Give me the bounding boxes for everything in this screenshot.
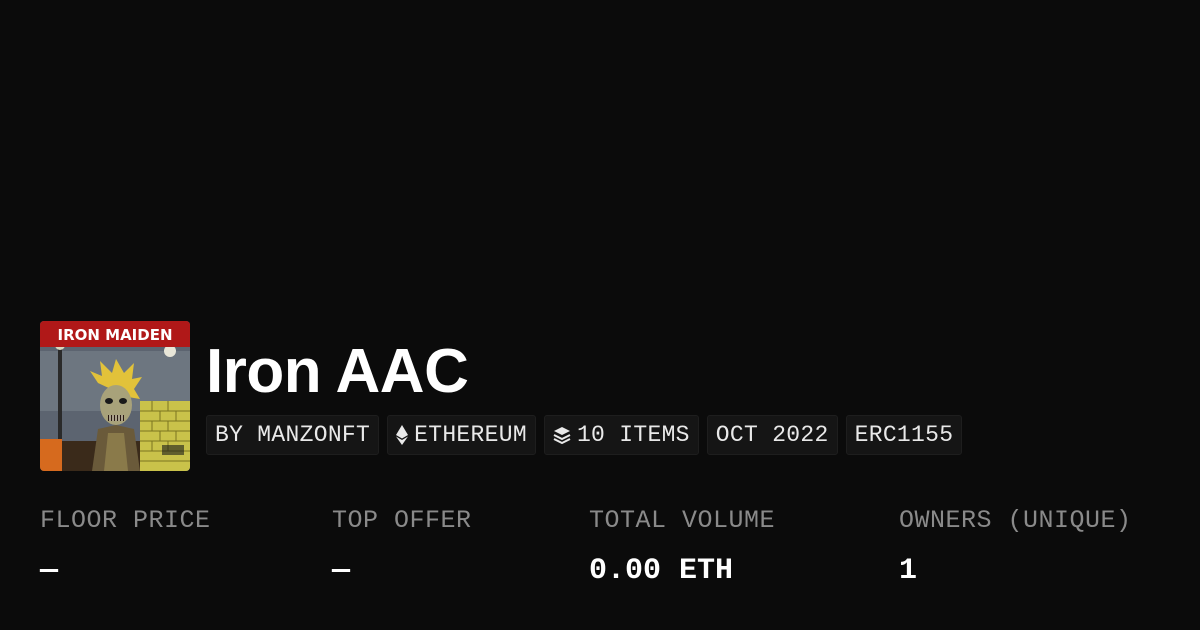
stat-owners: OWNERS (UNIQUE) 1 — [899, 504, 1132, 588]
collection-card: IRON MAIDEN Iron AAC BY MANZONFT ETHEREU… — [0, 0, 1200, 630]
date-badge-label: OCT 2022 — [715, 422, 829, 448]
stat-total-volume: TOTAL VOLUME 0.00 ETH — [589, 504, 775, 588]
creator-badge[interactable]: BY MANZONFT — [206, 415, 380, 455]
album-cover-art: IRON MAIDEN — [40, 321, 190, 471]
stat-label: TOP OFFER — [332, 506, 472, 535]
stat-top-offer: TOP OFFER — — [332, 504, 472, 588]
standard-badge: ERC1155 — [845, 415, 963, 455]
creator-badge-label: BY MANZONFT — [215, 422, 371, 448]
stat-value: — — [40, 554, 59, 588]
standard-badge-label: ERC1155 — [854, 422, 954, 448]
stat-label: FLOOR PRICE — [40, 506, 211, 535]
stat-label: OWNERS (UNIQUE) — [899, 506, 1132, 535]
items-badge-label: 10 ITEMS — [576, 422, 690, 448]
collection-title: Iron AAC — [206, 337, 469, 406]
date-badge: OCT 2022 — [706, 415, 838, 455]
band-logo-text: IRON MAIDEN — [57, 326, 172, 344]
ethereum-icon — [396, 425, 409, 445]
stat-value: 1 — [899, 554, 918, 588]
stat-label: TOTAL VOLUME — [589, 506, 776, 535]
items-badge: 10 ITEMS — [543, 415, 699, 455]
chain-badge-label: ETHEREUM — [414, 422, 527, 448]
stat-value: — — [332, 554, 351, 588]
collection-image[interactable]: IRON MAIDEN — [40, 321, 190, 471]
stat-value: 0.00 ETH — [589, 554, 734, 588]
layers-icon — [553, 426, 571, 444]
badge-row: BY MANZONFT ETHEREUM 10 ITEMS OCT 2022 E… — [206, 415, 963, 455]
chain-badge: ETHEREUM — [387, 415, 536, 455]
stat-floor-price: FLOOR PRICE — — [40, 504, 211, 588]
